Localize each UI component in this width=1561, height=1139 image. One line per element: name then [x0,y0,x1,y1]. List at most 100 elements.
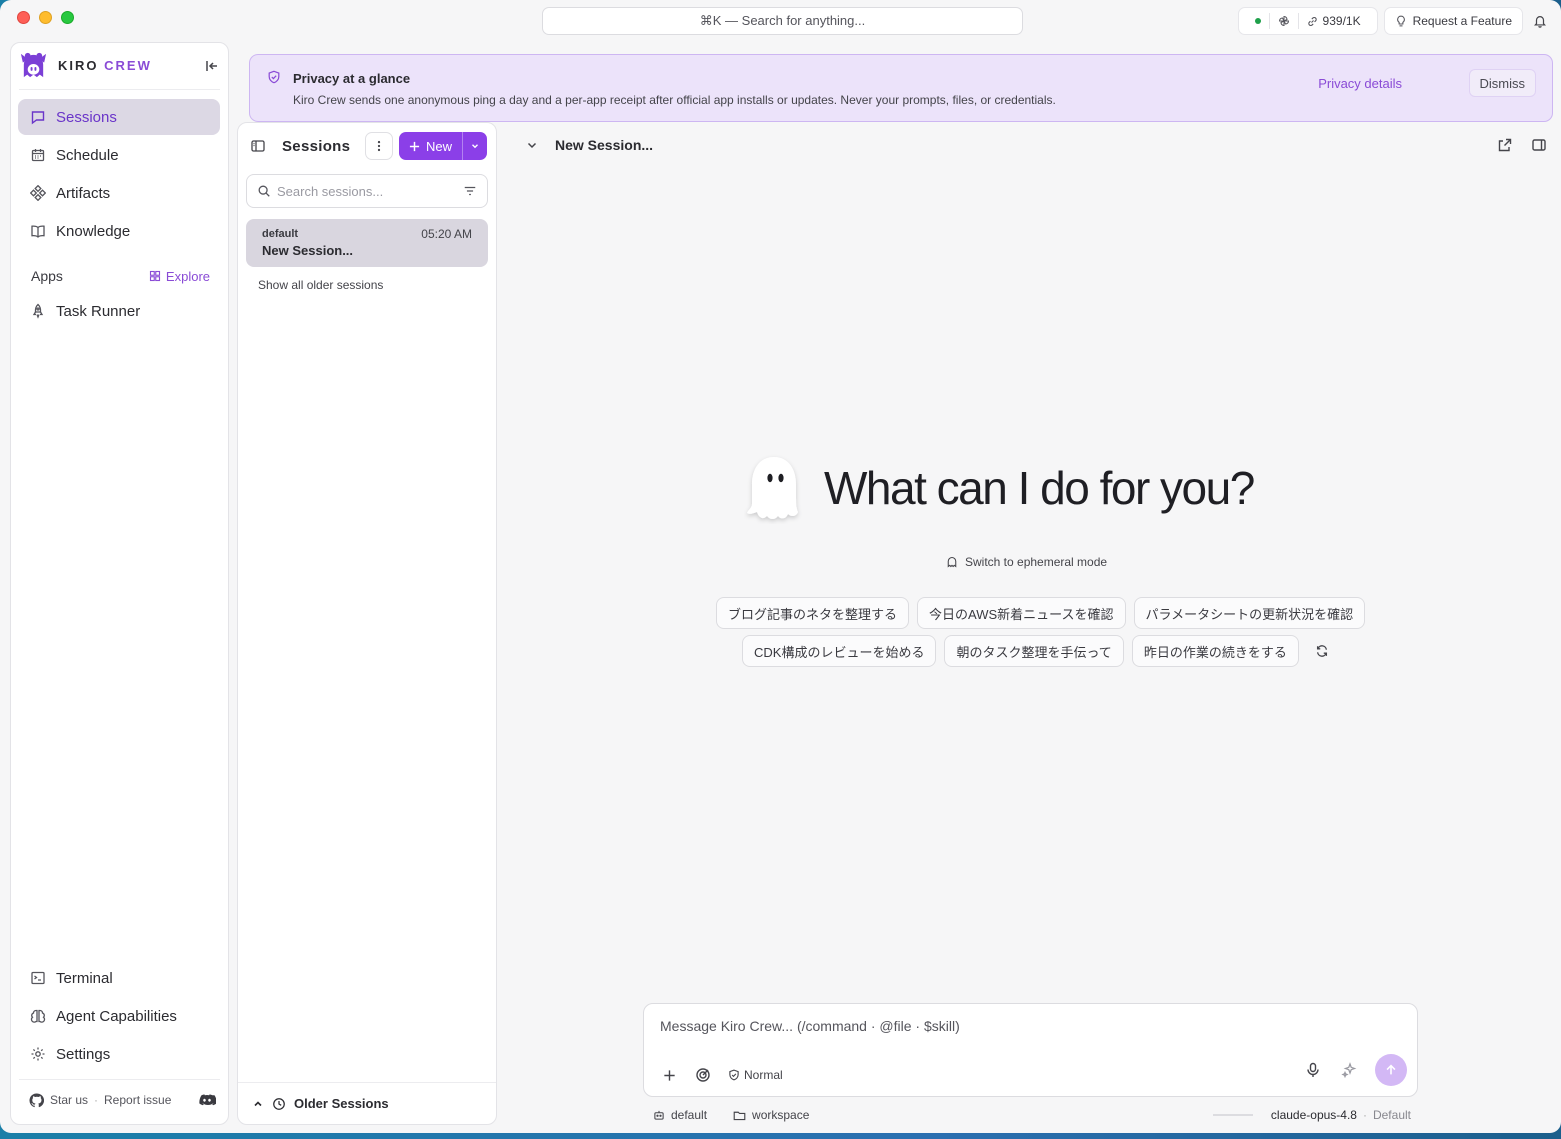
session-profile: default [262,228,299,240]
app-window: ⌘K — Search for anything... 939/1K Reque… [0,0,1561,1133]
search-icon [258,185,270,197]
nav-item-label: Terminal [56,969,113,987]
suggestion-chip[interactable]: CDK構成のレビューを始める [742,635,937,667]
new-session-button[interactable]: New [399,132,463,160]
ephemeral-mode-toggle[interactable]: Switch to ephemeral mode [946,555,1107,569]
sessions-panel-header: Sessions New [250,132,487,160]
session-title-header[interactable]: New Session... [555,137,1479,153]
minimize-window-button[interactable] [39,11,52,24]
gear-icon [31,1047,45,1061]
collapse-sidebar-button[interactable] [204,58,220,74]
grid-icon [149,270,160,282]
top-right-toolbar: 939/1K Request a Feature [1237,7,1551,35]
sessions-menu-button[interactable] [364,132,393,160]
explore-apps-button[interactable]: Explore [149,269,210,284]
suggestion-chip[interactable]: 昨日の作業の続きをする [1131,635,1299,667]
show-older-sessions-link[interactable]: Show all older sessions [258,278,383,292]
nav-item-settings[interactable]: Settings [18,1036,220,1072]
separator-dot: · [94,1093,99,1107]
chevron-down-icon[interactable] [524,137,540,153]
session-time: 05:20 AM [421,227,472,241]
refresh-icon [1316,645,1327,657]
message-composer: Normal [643,1003,1418,1097]
shield-check-icon [729,1069,739,1081]
activity-button[interactable] [1268,13,1298,29]
right-panel-toggle-icon[interactable] [1531,137,1547,153]
primary-nav: Sessions Schedule Artifacts Knowledge [18,99,220,251]
global-search-label: ⌘K — Search for anything... [699,13,866,28]
external-link-icon[interactable] [1497,137,1513,153]
bottom-nav: Terminal Agent Capabilities Settings [18,960,220,1074]
older-sessions-label: Older Sessions [294,1096,389,1111]
composer-actions [1303,1054,1407,1086]
brand-name-primary: KIRO [58,58,99,73]
zoom-window-button[interactable] [61,11,74,24]
brand: KIRO CREW [19,51,152,80]
global-search-bar[interactable]: ⌘K — Search for anything... [542,7,1023,35]
older-sessions-toggle[interactable]: Older Sessions [238,1082,496,1124]
nav-item-label: Knowledge [56,222,131,240]
brand-name: KIRO CREW [58,58,152,73]
model-selector[interactable]: claude-opus-4.8 · Default [1212,1108,1411,1122]
microphone-icon [1307,1062,1319,1077]
request-feature-label: Request a Feature [1412,14,1512,28]
plus-icon [409,141,420,151]
discord-button[interactable] [198,1091,217,1109]
session-search-input[interactable] [277,183,457,199]
model-name: claude-opus-4.8 [1270,1108,1357,1122]
privacy-title: Privacy at a glance [293,71,411,86]
nav-item-sessions[interactable]: Sessions [18,99,220,135]
mode-selector[interactable]: Normal [728,1068,783,1082]
collapse-left-icon [206,61,217,71]
sidebar-toggle-icon[interactable] [250,138,266,154]
new-session-dropdown[interactable] [463,132,487,160]
ephemeral-label: Switch to ephemeral mode [965,555,1108,569]
workspace-selector[interactable]: workspace [733,1108,809,1122]
voice-input-button[interactable] [1303,1060,1323,1080]
send-button[interactable] [1375,1054,1407,1086]
request-feature-button[interactable]: Request a Feature [1383,7,1523,35]
usage-counter[interactable]: 939/1K [1297,13,1369,29]
session-item[interactable]: default 05:20 AM New Session... [246,219,488,267]
report-issue-link[interactable]: Report issue [104,1093,171,1107]
privacy-details-link[interactable]: Privacy details [1318,76,1402,91]
chat-icon [31,111,45,125]
filter-icon[interactable] [463,184,477,198]
suggestion-chip[interactable]: ブログ記事のネタを整理する [716,597,910,629]
plus-icon [663,1069,675,1081]
close-window-button[interactable] [17,11,30,24]
suggestion-row-2: CDK構成のレビューを始める 朝のタスク整理を手伝って 昨日の作業の続きをする [742,635,1337,667]
suggestion-chip[interactable]: 朝のタスク整理を手伝って [944,635,1124,667]
chevron-down-icon [472,144,478,149]
online-dot-icon [1254,18,1261,24]
connection-status[interactable] [1247,13,1269,29]
notifications-button[interactable] [1529,7,1551,35]
dismiss-label: Dismiss [1479,75,1526,91]
github-icon [29,1092,44,1107]
brain-icon [30,1009,46,1023]
profile-selector[interactable]: default [653,1108,707,1122]
nav-item-schedule[interactable]: Schedule [18,137,220,173]
nav-item-agent-capabilities[interactable]: Agent Capabilities [18,998,220,1034]
nav-item-label: Agent Capabilities [56,1007,177,1025]
nav-item-terminal[interactable]: Terminal [18,960,220,996]
pinwheel-icon [1278,15,1289,27]
artifacts-icon [30,185,46,201]
sparkles-icon [1341,1062,1357,1078]
dismiss-button[interactable]: Dismiss [1468,69,1536,97]
app-item-task-runner[interactable]: Task Runner [18,293,220,329]
explore-label: Explore [165,268,210,284]
nav-item-knowledge[interactable]: Knowledge [18,213,220,249]
suggestion-chip[interactable]: パラメータシートの更新状況を確認 [1133,597,1366,629]
new-session-label: New [425,138,452,154]
nav-item-artifacts[interactable]: Artifacts [18,175,220,211]
privacy-text: Kiro Crew sends one anonymous ping a day… [293,93,1056,107]
star-us-link[interactable]: Star us [50,1093,88,1107]
enhance-prompt-button[interactable] [1339,1060,1359,1080]
refresh-suggestions-button[interactable] [1307,636,1337,666]
suggestion-chip[interactable]: 今日のAWS新着ニュースを確認 [917,597,1126,629]
nav-item-label: Schedule [56,146,119,164]
target-button[interactable] [694,1066,712,1084]
attach-button[interactable] [660,1066,678,1084]
message-input[interactable] [660,1018,1360,1042]
